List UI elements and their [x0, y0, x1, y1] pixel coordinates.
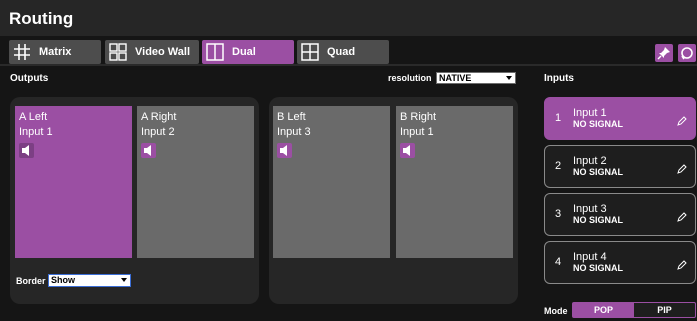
input-number: 4 [555, 256, 562, 268]
inputs-heading: Inputs [544, 73, 574, 84]
pencil-icon[interactable] [676, 163, 688, 175]
output-panel-b-right[interactable]: B Right Input 1 [396, 106, 513, 258]
video-wall-icon [109, 43, 127, 61]
output-name: B Right [400, 111, 437, 123]
tab-video-wall-label: Video Wall [135, 46, 191, 58]
output-name: B Left [277, 111, 306, 123]
input-name: Input 2 [573, 155, 607, 167]
tab-matrix-label: Matrix [39, 46, 72, 58]
output-panel-a-left[interactable]: A Left Input 1 [15, 106, 132, 258]
input-status: NO SIGNAL [573, 215, 624, 225]
speaker-icon[interactable] [400, 143, 415, 158]
input-item-3[interactable]: 3 Input 3 NO SIGNAL [544, 193, 696, 236]
tab-video-wall[interactable]: Video Wall [105, 40, 199, 64]
outputs-heading: Outputs [10, 73, 49, 84]
input-name: Input 1 [573, 107, 607, 119]
output-panel-b-left[interactable]: B Left Input 3 [273, 106, 390, 258]
input-number: 3 [555, 208, 562, 220]
speaker-icon[interactable] [277, 143, 292, 158]
pin-icon [657, 47, 670, 60]
resolution-value: NATIVE [439, 73, 472, 83]
resolution-label: resolution [388, 73, 432, 83]
matrix-grid-icon [14, 44, 30, 60]
tab-dual-label: Dual [232, 46, 256, 58]
tab-quad-label: Quad [327, 46, 356, 58]
output-name: A Right [141, 111, 177, 123]
output-input: Input 1 [19, 126, 53, 138]
input-item-4[interactable]: 4 Input 4 NO SIGNAL [544, 241, 696, 284]
quad-split-icon [301, 43, 319, 61]
output-input: Input 3 [277, 126, 311, 138]
output-name: A Left [19, 111, 48, 123]
refresh-icon [681, 47, 693, 60]
chevron-down-icon [121, 278, 127, 282]
tab-matrix[interactable]: Matrix [9, 40, 101, 64]
input-number: 2 [555, 160, 562, 172]
mode-label: Mode [544, 306, 568, 316]
input-name: Input 4 [573, 251, 607, 263]
page-title: Routing [9, 9, 74, 28]
input-item-2[interactable]: 2 Input 2 NO SIGNAL [544, 145, 696, 188]
resolution-select[interactable]: NATIVE [436, 72, 516, 84]
border-select[interactable]: Show [48, 274, 131, 287]
dual-split-icon [206, 43, 224, 61]
pencil-icon[interactable] [676, 259, 688, 271]
tab-underline [0, 64, 697, 66]
input-status: NO SIGNAL [573, 263, 624, 273]
layout-tabs: Matrix Video Wall Dual Quad [0, 40, 697, 64]
refresh-button[interactable] [678, 44, 696, 62]
output-input: Input 1 [400, 126, 434, 138]
input-number: 1 [555, 112, 562, 124]
tab-dual[interactable]: Dual [202, 40, 294, 64]
speaker-icon[interactable] [141, 143, 156, 158]
output-panel-a-right[interactable]: A Right Input 2 [137, 106, 254, 258]
mode-toggle: POP PIP [572, 302, 696, 318]
chevron-down-icon [506, 76, 512, 80]
input-status: NO SIGNAL [573, 119, 624, 129]
tab-quad[interactable]: Quad [297, 40, 389, 64]
input-item-1[interactable]: 1 Input 1 NO SIGNAL [544, 97, 696, 140]
input-name: Input 3 [573, 203, 607, 215]
mode-pop-button[interactable]: POP [573, 303, 634, 317]
pin-button[interactable] [655, 44, 673, 62]
title-bar: Routing [0, 0, 697, 36]
output-input: Input 2 [141, 126, 175, 138]
speaker-icon[interactable] [19, 143, 34, 158]
pencil-icon[interactable] [676, 211, 688, 223]
pencil-icon[interactable] [676, 115, 688, 127]
border-label: Border [16, 276, 46, 286]
input-status: NO SIGNAL [573, 167, 624, 177]
mode-pip-button[interactable]: PIP [634, 303, 695, 317]
border-value: Show [51, 275, 75, 285]
